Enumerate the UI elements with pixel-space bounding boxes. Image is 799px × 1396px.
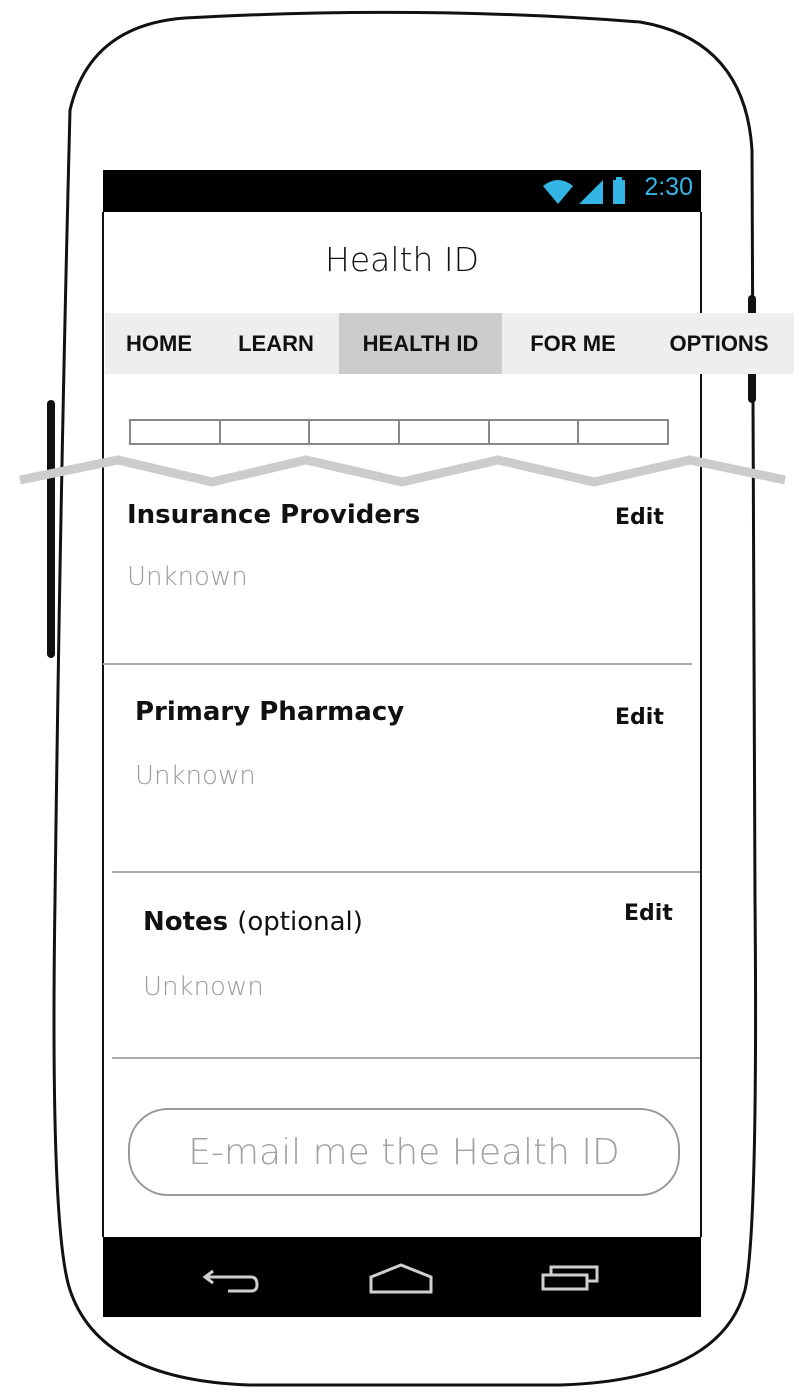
zigzag-separator — [19, 455, 786, 487]
notes-optional-label: (optional) — [237, 907, 363, 937]
status-icons — [543, 177, 625, 204]
divider — [112, 1057, 700, 1059]
progress-segment — [310, 421, 401, 443]
pharmacy-value: Unknown — [135, 761, 256, 791]
divider — [103, 663, 692, 665]
status-time: 2:30 — [644, 173, 693, 201]
tab-for-me[interactable]: FOR ME — [502, 313, 644, 374]
tab-bar: HOME LEARN HEALTH ID FOR ME OPTIONS — [105, 313, 794, 374]
recent-apps-icon[interactable] — [513, 1237, 633, 1317]
status-bar: 2:30 — [103, 170, 701, 212]
edit-pharmacy-button[interactable]: Edit — [615, 705, 664, 730]
progress-bar — [129, 419, 669, 445]
tab-learn[interactable]: LEARN — [213, 313, 339, 374]
email-health-id-button[interactable]: E-mail me the Health ID — [128, 1108, 680, 1196]
wifi-icon — [543, 180, 573, 204]
tab-health-id[interactable]: HEALTH ID — [339, 313, 502, 374]
edit-insurance-button[interactable]: Edit — [615, 505, 664, 530]
battery-icon — [613, 177, 625, 204]
section-title-pharmacy: Primary Pharmacy — [135, 697, 405, 727]
back-icon[interactable] — [183, 1237, 303, 1317]
home-icon[interactable] — [343, 1237, 463, 1317]
tab-options[interactable]: OPTIONS — [644, 313, 794, 374]
divider — [112, 871, 700, 873]
navigation-bar — [103, 1237, 701, 1317]
edit-notes-button[interactable]: Edit — [624, 901, 673, 926]
progress-segment — [579, 421, 667, 443]
progress-segment — [400, 421, 490, 443]
page-title: Health ID — [325, 240, 479, 279]
insurance-value: Unknown — [127, 562, 248, 592]
progress-segment — [131, 421, 221, 443]
section-title-notes: Notes (optional) — [143, 907, 363, 937]
section-title-insurance: Insurance Providers — [127, 500, 421, 530]
signal-icon — [579, 180, 603, 204]
progress-segment — [221, 421, 311, 443]
tab-home[interactable]: HOME — [105, 313, 213, 374]
progress-segment — [490, 421, 580, 443]
notes-value: Unknown — [143, 972, 264, 1002]
